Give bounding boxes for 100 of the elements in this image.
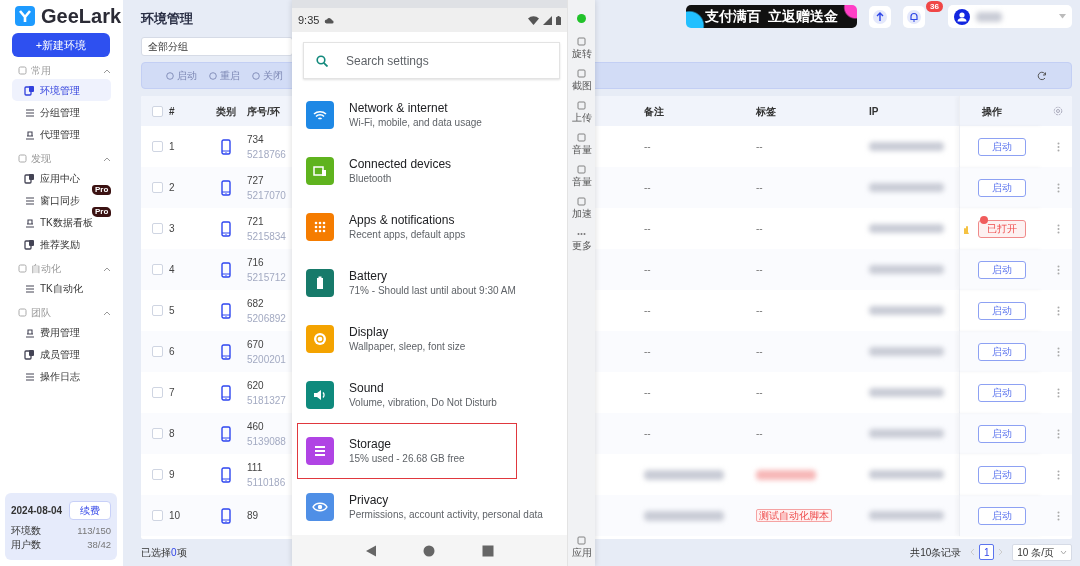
more-icon[interactable] (1056, 182, 1060, 193)
toolbar-button[interactable]: 截图 (571, 69, 592, 91)
more-icon[interactable] (1056, 305, 1060, 316)
more-icon[interactable] (1056, 346, 1060, 357)
settings-item[interactable]: Sound Volume, vibration, Do Not Disturb (297, 367, 517, 423)
row-index: 10 (169, 509, 182, 523)
cell-text: -- (756, 264, 763, 275)
cell-text: -- (756, 182, 763, 193)
toolbar-button[interactable]: 音量 (571, 165, 592, 187)
settings-title: Connected devices (349, 156, 452, 172)
launch-button[interactable]: 启动 (978, 137, 1026, 156)
phone-icon (221, 138, 231, 155)
sidebar-item[interactable]: 推荐奖励 (12, 233, 111, 255)
launch-button[interactable]: 启动 (978, 465, 1026, 484)
hand-icon (962, 225, 970, 235)
caret-icon[interactable] (103, 155, 111, 162)
plan-date: 2024-08-04 (11, 503, 63, 518)
back-icon[interactable] (365, 544, 378, 557)
toolbar-button[interactable]: 加速 (571, 197, 592, 219)
sidebar-item[interactable]: 操作日志 (12, 365, 111, 387)
phone-icon (221, 179, 231, 196)
row-checkbox[interactable] (152, 387, 163, 398)
row-checkbox[interactable] (152, 510, 163, 521)
search-field[interactable]: Search settings (303, 42, 560, 79)
launch-button[interactable]: 启动 (978, 342, 1026, 361)
apps-button[interactable]: 应用 (571, 536, 592, 558)
new-environment-button[interactable]: +新建环境 (12, 33, 110, 57)
env-number: 734 (247, 132, 265, 147)
more-icon[interactable] (1056, 264, 1060, 275)
column-header: 操作 (982, 104, 1002, 119)
settings-title: Apps & notifications (349, 212, 456, 228)
renew-button[interactable]: 续费 (69, 500, 111, 520)
select-all-checkbox[interactable] (152, 105, 163, 117)
settings-subtitle: Recent apps, default apps (349, 227, 466, 242)
cell-text: -- (644, 264, 651, 275)
more-icon[interactable] (1056, 387, 1060, 398)
sidebar-item[interactable]: 费用管理 (12, 321, 111, 343)
notification-button[interactable] (903, 5, 925, 28)
recents-icon[interactable] (481, 544, 494, 557)
phone-icon (221, 261, 231, 278)
env-serial: 5139088 (247, 434, 287, 449)
more-icon[interactable] (1056, 469, 1060, 480)
row-checkbox[interactable] (152, 223, 163, 234)
launch-button[interactable]: 启动 (978, 301, 1026, 320)
toolbar-button[interactable]: 音量 (571, 133, 592, 155)
settings-title: Sound (349, 380, 385, 396)
sidebar-item[interactable]: 成员管理 (12, 343, 111, 365)
column-header: # (169, 104, 176, 119)
chevron-left-icon[interactable] (969, 548, 976, 556)
stat-value: 113/150 (77, 523, 111, 538)
selection-summary: 已选择0项 (141, 545, 187, 560)
settings-item[interactable]: Display Wallpaper, sleep, font size (297, 311, 517, 367)
group-select[interactable]: 全部分组 (141, 37, 293, 56)
sidebar-item[interactable]: 分组管理 (12, 101, 111, 123)
more-icon[interactable] (1056, 510, 1060, 521)
row-checkbox[interactable] (152, 264, 163, 275)
sidebar-item[interactable]: TK自动化 (12, 277, 111, 299)
row-checkbox[interactable] (152, 346, 163, 357)
signal-icon (543, 15, 552, 25)
launch-button[interactable]: 启动 (978, 178, 1026, 197)
row-checkbox[interactable] (152, 428, 163, 439)
row-checkbox[interactable] (152, 305, 163, 316)
status-time: 9:35 (298, 12, 320, 28)
row-checkbox[interactable] (152, 469, 163, 480)
chevron-down-icon (1060, 549, 1067, 555)
upload-button[interactable] (869, 5, 891, 28)
settings-item[interactable]: Storage 15% used - 26.68 GB free (297, 423, 517, 479)
sidebar-item[interactable]: 代理管理 (12, 123, 111, 145)
caret-icon[interactable] (103, 67, 111, 74)
launch-button[interactable]: 启动 (978, 383, 1026, 402)
toolbar-button[interactable]: 更多 (571, 229, 592, 251)
launch-button[interactable]: 启动 (978, 506, 1026, 525)
launch-button[interactable]: 启动 (978, 424, 1026, 443)
more-icon[interactable] (1056, 223, 1060, 234)
settings-title: Storage (349, 436, 393, 452)
promo-banner[interactable]: 支付满百 立返赠送金 (686, 5, 857, 28)
user-menu[interactable] (948, 5, 1072, 28)
row-checkbox[interactable] (152, 182, 163, 193)
cell-text: -- (644, 346, 651, 357)
settings-item[interactable]: Apps & notifications Recent apps, default apps (297, 199, 517, 255)
more-icon[interactable] (1056, 141, 1060, 152)
row-index: 7 (169, 386, 176, 400)
launch-button[interactable]: 启动 (978, 260, 1026, 279)
home-icon[interactable] (423, 544, 436, 557)
more-icon[interactable] (1056, 428, 1060, 439)
page-size-select[interactable]: 10 条/页 (1012, 543, 1072, 561)
settings-item[interactable]: Network & internet Wi-Fi, mobile, and data usage (297, 87, 517, 143)
sidebar-item[interactable]: 环境管理 (12, 79, 111, 101)
settings-item[interactable]: Battery 71% - Should last until about 9:30 AM (297, 255, 521, 311)
section-title: 团队 (31, 306, 51, 320)
toolbar-button[interactable]: 旋转 (571, 37, 592, 59)
row-checkbox[interactable] (152, 141, 163, 152)
settings-item[interactable]: Privacy Permissions, account activity, personal data (297, 479, 548, 535)
caret-icon[interactable] (103, 309, 111, 316)
chevron-right-icon[interactable] (998, 548, 1005, 556)
caret-icon[interactable] (103, 265, 111, 272)
toolbar-button[interactable]: 上传 (571, 101, 592, 123)
settings-icon[interactable] (1053, 106, 1063, 116)
page-button[interactable]: 1 (979, 544, 995, 560)
settings-item[interactable]: Connected devices Bluetooth (297, 143, 517, 199)
